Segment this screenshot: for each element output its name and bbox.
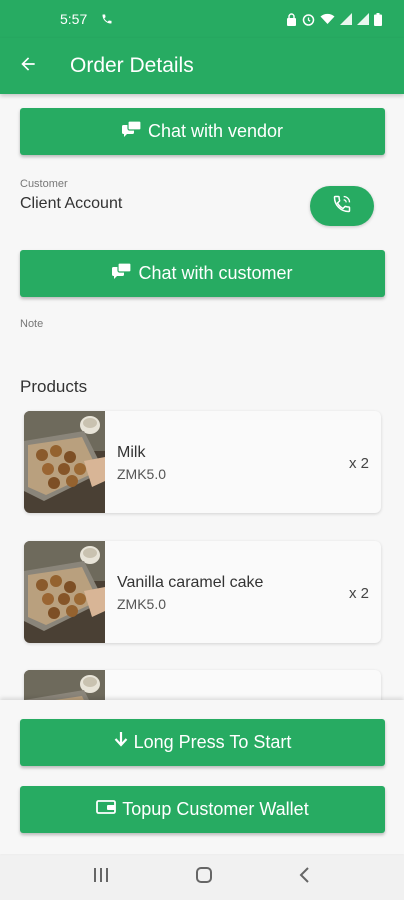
status-bar: 5:57 [0, 0, 404, 38]
product-image [24, 541, 105, 643]
chat-bubbles-icon [112, 262, 133, 284]
note-label: Note [20, 318, 44, 330]
back-button[interactable] [0, 38, 56, 94]
app-bar: Order Details [0, 38, 404, 94]
product-price: ZMK5.0 [117, 466, 167, 482]
chat-bubbles-icon [121, 120, 142, 142]
topup-wallet-label: Topup Customer Wallet [122, 799, 309, 819]
product-name: Milk [117, 444, 146, 461]
battery-icon [374, 12, 382, 26]
call-customer-button[interactable] [310, 186, 374, 226]
product-card[interactable] [24, 670, 381, 700]
product-quantity: x 2 [348, 455, 369, 472]
back-nav-button[interactable] [298, 866, 312, 889]
topup-wallet-button[interactable]: Topup Customer Wallet [20, 786, 385, 833]
signal-icon [340, 13, 352, 25]
customer-name: Client Account [20, 195, 123, 212]
page-title: Order Details [70, 54, 194, 77]
product-quantity: x 2 [348, 585, 369, 602]
phone-call-icon [101, 13, 113, 25]
wallet-icon [96, 799, 117, 820]
bottom-action-panel: Long Press To Start Topup Customer Walle… [0, 700, 404, 854]
product-image [24, 411, 105, 513]
phone-call-icon [332, 194, 352, 219]
lock-icon [286, 12, 297, 26]
long-press-start-label: Long Press To Start [133, 732, 292, 752]
product-card[interactable]: Milk ZMK5.0 x 2 [24, 411, 381, 513]
chat-with-customer-button[interactable]: Chat with customer [20, 250, 385, 297]
product-name: Vanilla caramel cake [117, 574, 264, 591]
product-price: ZMK5.0 [117, 596, 167, 612]
products-title: Products [20, 377, 88, 396]
arrow-left-icon [18, 54, 38, 79]
arrow-down-icon [114, 732, 128, 753]
home-button[interactable] [195, 866, 213, 889]
product-image [24, 670, 105, 700]
chat-with-vendor-button[interactable]: Chat with vendor [20, 108, 385, 155]
status-time: 5:57 [60, 11, 88, 27]
alarm-icon [302, 13, 315, 26]
recent-apps-button[interactable] [92, 867, 110, 888]
product-card[interactable]: Vanilla caramel cake ZMK5.0 x 2 [24, 541, 381, 643]
chat-with-vendor-label: Chat with vendor [147, 121, 284, 141]
order-details-content[interactable]: Chat with vendor Customer Client Account… [0, 94, 404, 700]
system-navigation-bar [0, 854, 404, 900]
chat-with-customer-label: Chat with customer [138, 263, 293, 283]
wifi-icon [320, 13, 335, 25]
signal-2-icon [357, 13, 369, 25]
customer-label: Customer [20, 178, 68, 190]
long-press-start-button[interactable]: Long Press To Start [20, 719, 385, 766]
